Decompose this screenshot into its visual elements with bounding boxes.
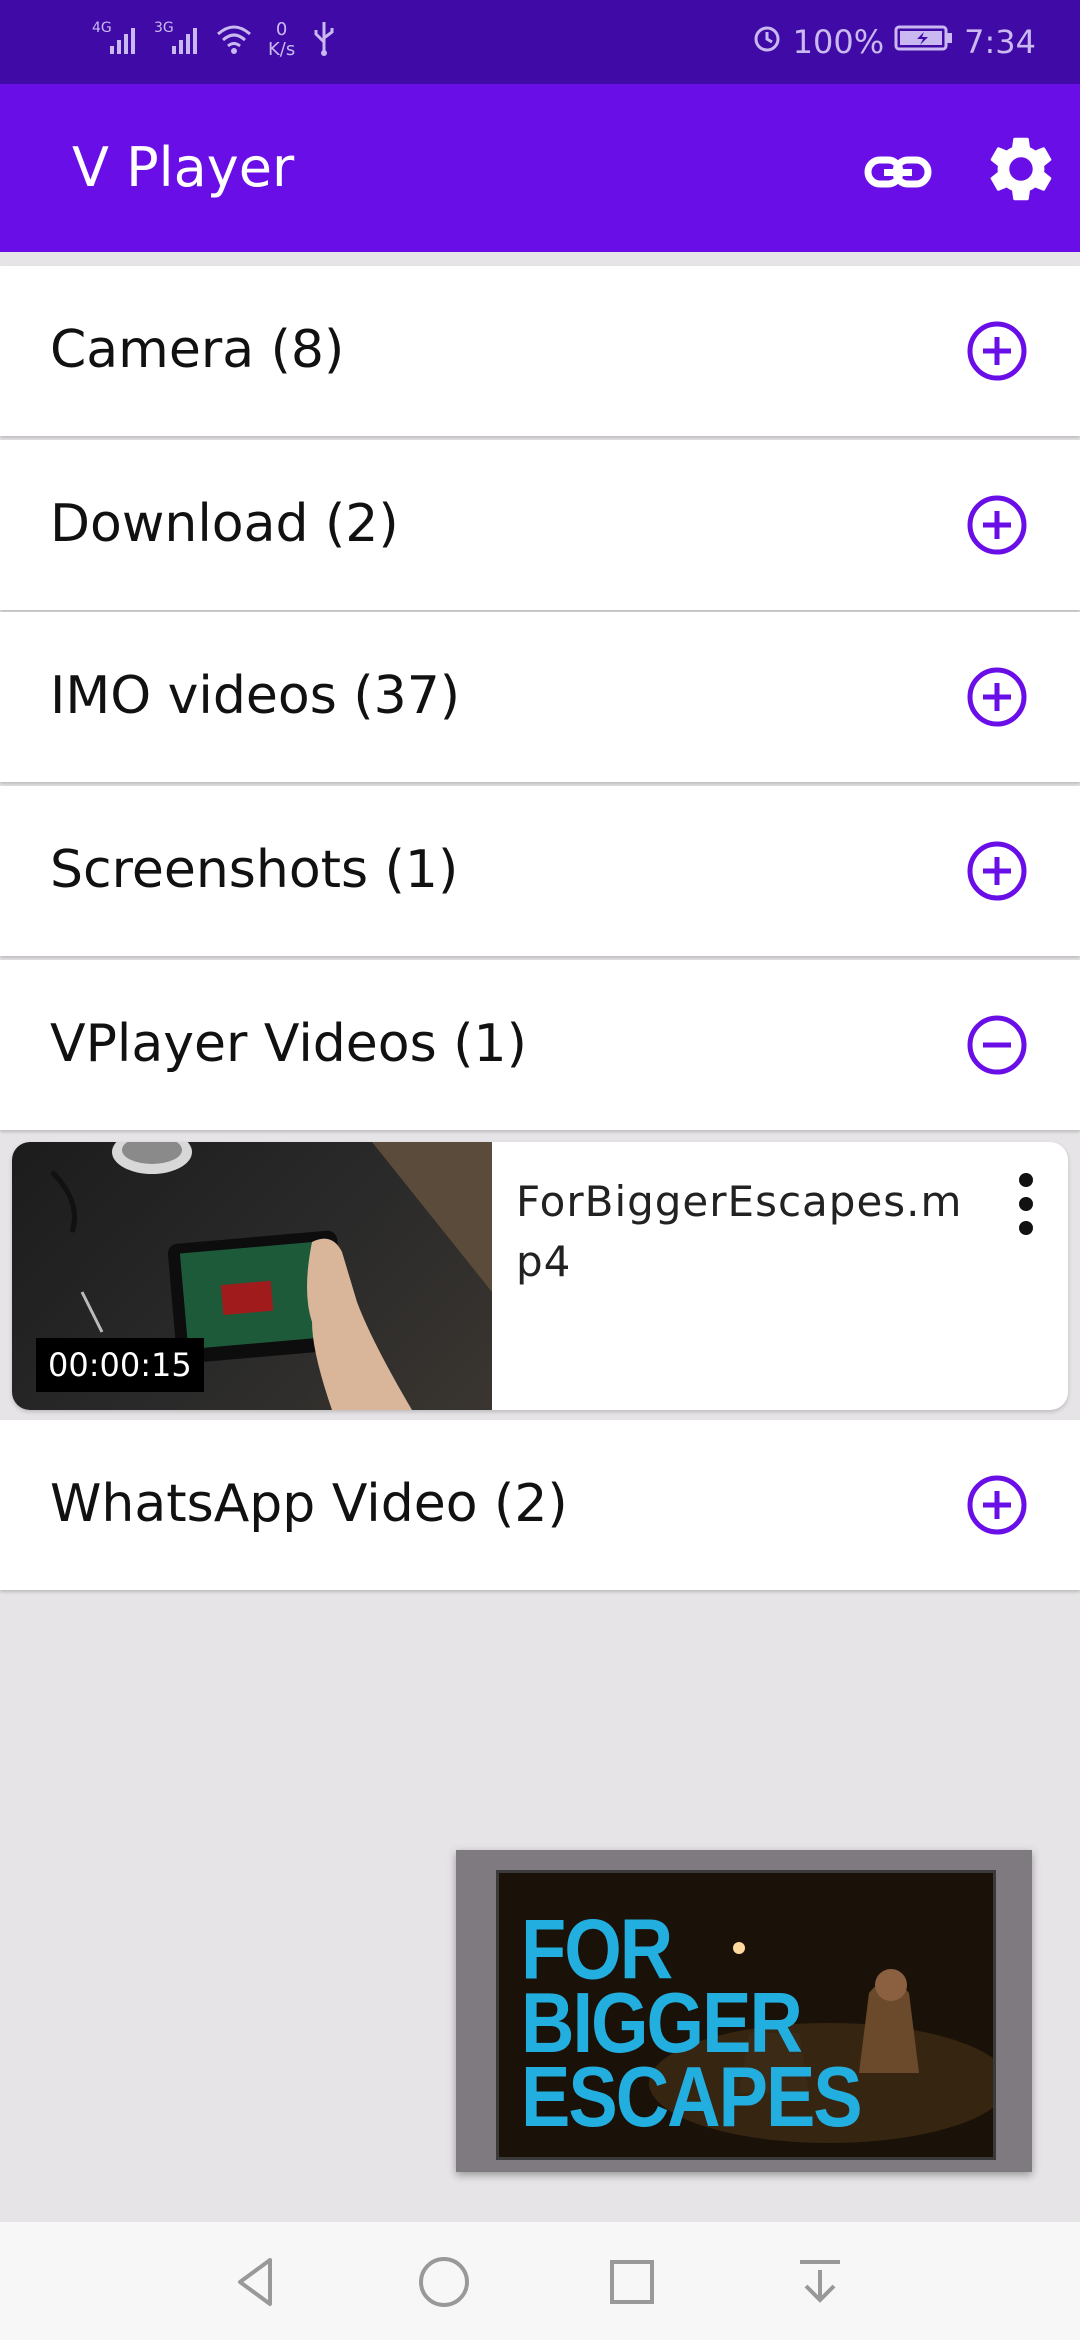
- status-bar: 4G 3G 0 K/s 100% 7:34: [0, 0, 1080, 84]
- more-vert-icon[interactable]: [1002, 1164, 1050, 1244]
- folder-row-screenshots[interactable]: Screenshots (1): [0, 786, 1080, 956]
- app-title: V Player: [72, 136, 295, 199]
- signal-3g-icon: 3G: [152, 18, 200, 62]
- system-nav-bar: [0, 2222, 1080, 2340]
- network-speed: 0 K/s: [268, 20, 295, 60]
- app-bar: V Player: [0, 84, 1080, 252]
- back-icon[interactable]: [226, 2252, 286, 2312]
- video-item[interactable]: 00:00:15 ForBiggerEscapes.mp4: [12, 1142, 1068, 1410]
- folder-row-camera[interactable]: Camera (8): [0, 266, 1080, 436]
- folder-label: IMO videos (37): [50, 666, 461, 726]
- title-line: ESCAPES: [521, 2048, 863, 2145]
- speed-value: 0: [275, 19, 288, 40]
- folder-label: VPlayer Videos (1): [50, 1014, 527, 1074]
- status-right: 100% 7:34: [751, 22, 1036, 62]
- speed-unit: K/s: [268, 39, 296, 60]
- battery-percent: 100%: [792, 23, 885, 61]
- mini-player-video[interactable]: FOR BIGGER ESCAPES: [496, 1870, 996, 2160]
- folder-label: Screenshots (1): [50, 840, 459, 900]
- clock-time: 7:34: [964, 23, 1036, 61]
- usb-icon: [309, 18, 339, 62]
- link-icon[interactable]: [862, 136, 934, 208]
- svg-text:4G: 4G: [92, 20, 112, 36]
- folder-row-whatsapp-video[interactable]: WhatsApp Video (2): [0, 1420, 1080, 1590]
- video-duration: 00:00:15: [36, 1338, 204, 1392]
- mini-player[interactable]: FOR BIGGER ESCAPES: [456, 1850, 1032, 2172]
- svg-text:3G: 3G: [154, 20, 174, 36]
- video-filename: ForBiggerEscapes.mp4: [516, 1177, 963, 1286]
- wifi-icon: [214, 20, 254, 60]
- recents-icon[interactable]: [602, 2252, 662, 2312]
- folder-row-imo-videos[interactable]: IMO videos (37): [0, 612, 1080, 782]
- folder-row-vplayer-videos[interactable]: VPlayer Videos (1): [0, 960, 1080, 1130]
- home-icon[interactable]: [414, 2252, 474, 2312]
- video-thumbnail[interactable]: 00:00:15: [12, 1142, 492, 1410]
- status-left: 4G 3G 0 K/s: [90, 18, 339, 62]
- plus-circle-icon[interactable]: [966, 666, 1028, 728]
- folder-row-download[interactable]: Download (2): [0, 440, 1080, 610]
- plus-circle-icon[interactable]: [966, 840, 1028, 902]
- plus-circle-icon[interactable]: [966, 320, 1028, 382]
- minus-circle-icon[interactable]: [966, 1014, 1028, 1076]
- notification-pulldown-icon[interactable]: [790, 2252, 850, 2312]
- folder-label: Camera (8): [50, 320, 345, 380]
- mini-player-title: FOR BIGGER ESCAPES: [521, 1907, 863, 2145]
- folder-label: WhatsApp Video (2): [50, 1474, 568, 1534]
- alarm-icon: [751, 22, 783, 62]
- folder-label: Download (2): [50, 494, 399, 554]
- battery-icon: [894, 23, 954, 61]
- signal-4g-icon: 4G: [90, 18, 138, 62]
- plus-circle-icon[interactable]: [966, 494, 1028, 556]
- gear-icon[interactable]: [982, 130, 1060, 208]
- plus-circle-icon[interactable]: [966, 1474, 1028, 1536]
